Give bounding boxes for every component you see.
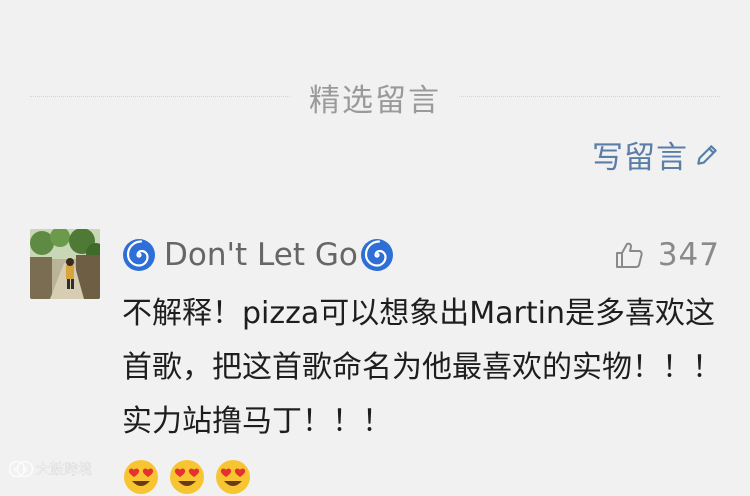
svg-text:K: K	[13, 466, 19, 475]
thumbs-up-icon	[615, 242, 643, 268]
nickname[interactable]: Don't Let Go	[122, 237, 394, 273]
comment-text: 不解释！pizza可以想象出Martin是多喜欢这首歌，把这首歌命名为他最喜欢的…	[122, 296, 722, 439]
pencil-icon	[697, 144, 717, 165]
comment-header: Don't Let Go 347	[122, 233, 720, 277]
nickname-text: Don't Let Go	[164, 237, 358, 273]
watermark: K B 大鼓跨境	[8, 460, 100, 478]
watermark-text-image: 大鼓跨境	[36, 462, 92, 478]
avatar[interactable]	[30, 229, 100, 299]
swirl-icon	[360, 239, 393, 271]
emoji-row	[122, 458, 252, 496]
section-title: 精选留言	[291, 74, 459, 120]
heart-eyes-emoji	[216, 460, 250, 494]
heart-eyes-emoji	[124, 460, 158, 494]
like-button[interactable]: 347	[614, 237, 720, 273]
swirl-icon	[123, 239, 155, 271]
write-comment-button[interactable]: 写留言	[592, 132, 720, 177]
svg-text:B: B	[22, 466, 28, 475]
section-header: 精选留言	[30, 72, 720, 122]
kb-logo-icon: K B	[8, 460, 34, 478]
heart-eyes-emoji	[170, 460, 204, 494]
write-comment-label: 写留言	[592, 140, 688, 176]
like-count: 347	[657, 237, 720, 273]
avatar-image	[30, 229, 100, 299]
svg-text:大鼓跨境: 大鼓跨境	[36, 462, 92, 478]
